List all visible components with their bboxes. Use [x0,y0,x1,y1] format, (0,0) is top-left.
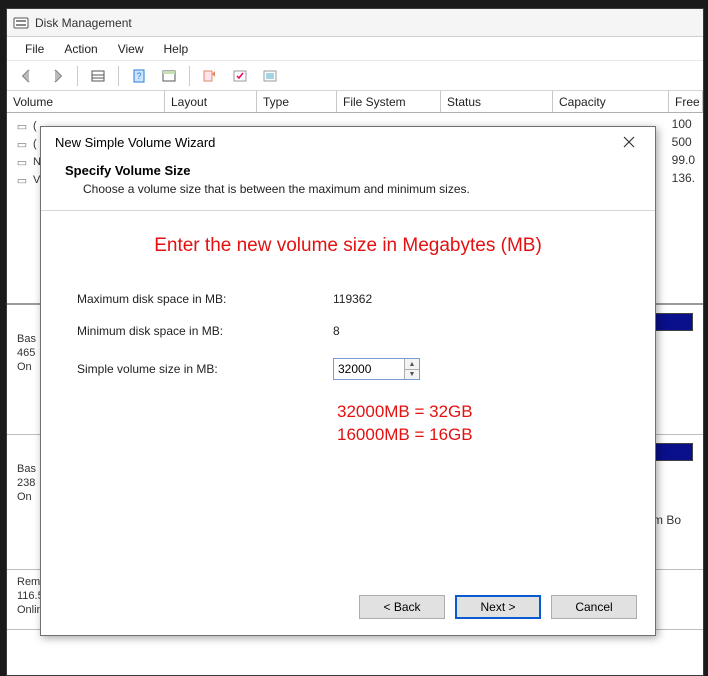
free-cell: 99.0 [672,153,695,171]
volume-icon: ▭ [15,120,29,133]
spinner-buttons: ▲ ▼ [404,359,419,379]
toolbar: ? [7,61,703,91]
annotation-main: Enter the new volume size in Megabytes (… [77,235,619,257]
annotation-line: 16000MB = 16GB [337,424,473,447]
help-icon[interactable]: ? [127,65,151,87]
close-button[interactable] [613,130,645,154]
volume-icon: ▭ [15,174,29,187]
volume-icon: ▭ [15,156,29,169]
disk-mgmt-icon [13,15,29,31]
free-cell: 500 [672,135,695,153]
col-type[interactable]: Type [257,91,337,112]
col-layout[interactable]: Layout [165,91,257,112]
col-volume[interactable]: Volume [7,91,165,112]
free-space-column-values: 100 500 99.0 136. [672,117,695,189]
free-cell: 100 [672,117,695,135]
svg-text:?: ? [136,71,141,81]
back-button[interactable]: < Back [359,595,445,619]
refresh-icon[interactable] [198,65,222,87]
window-title: Disk Management [35,16,132,30]
next-button[interactable]: Next > [455,595,541,619]
dialog-body: Enter the new volume size in Megabytes (… [41,211,655,395]
dialog-titlebar: New Simple Volume Wizard [41,127,655,157]
annotation-equivalence: 32000MB = 32GB 16000MB = 16GB [337,401,473,447]
forward-button[interactable] [45,65,69,87]
col-status[interactable]: Status [441,91,553,112]
row-text: ( [33,138,37,150]
size-input[interactable] [334,359,404,379]
col-filesystem[interactable]: File System [337,91,441,112]
separator [77,66,78,86]
free-cell: 136. [672,171,695,189]
separator [189,66,190,86]
list-icon[interactable] [258,65,282,87]
dialog-title: New Simple Volume Wizard [55,135,215,150]
max-space-label: Maximum disk space in MB: [77,292,333,306]
separator [118,66,119,86]
close-icon [623,136,635,148]
table-view-icon[interactable] [86,65,110,87]
dialog-header: Specify Volume Size Choose a volume size… [41,157,655,211]
min-space-value: 8 [333,324,340,338]
col-capacity[interactable]: Capacity [553,91,669,112]
max-space-row: Maximum disk space in MB: 119362 [77,283,619,315]
menu-view[interactable]: View [110,40,152,58]
check-icon[interactable] [228,65,252,87]
properties-icon[interactable] [157,65,181,87]
size-spinner: ▲ ▼ [333,358,420,380]
spinner-down-button[interactable]: ▼ [405,369,419,379]
menu-help[interactable]: Help [156,40,197,58]
menu-file[interactable]: File [17,40,52,58]
new-simple-volume-wizard-dialog: New Simple Volume Wizard Specify Volume … [40,126,656,636]
max-space-value: 119362 [333,292,372,306]
size-label: Simple volume size in MB: [77,362,333,376]
dialog-button-row: < Back Next > Cancel [359,595,637,619]
spinner-up-button[interactable]: ▲ [405,359,419,369]
min-space-label: Minimum disk space in MB: [77,324,333,338]
dialog-section-sub: Choose a volume size that is between the… [65,182,631,196]
dialog-section-title: Specify Volume Size [65,163,631,178]
annotation-line: 32000MB = 32GB [337,401,473,424]
menubar: File Action View Help [7,37,703,61]
volume-list-header: Volume Layout Type File System Status Ca… [7,91,703,113]
cancel-button[interactable]: Cancel [551,595,637,619]
titlebar: Disk Management [7,9,703,37]
volume-icon: ▭ [15,138,29,151]
size-row: Simple volume size in MB: ▲ ▼ [77,353,619,385]
back-button[interactable] [15,65,39,87]
col-free[interactable]: Free [669,91,703,112]
menu-action[interactable]: Action [56,40,105,58]
min-space-row: Minimum disk space in MB: 8 [77,315,619,347]
row-text: ( [33,120,37,132]
